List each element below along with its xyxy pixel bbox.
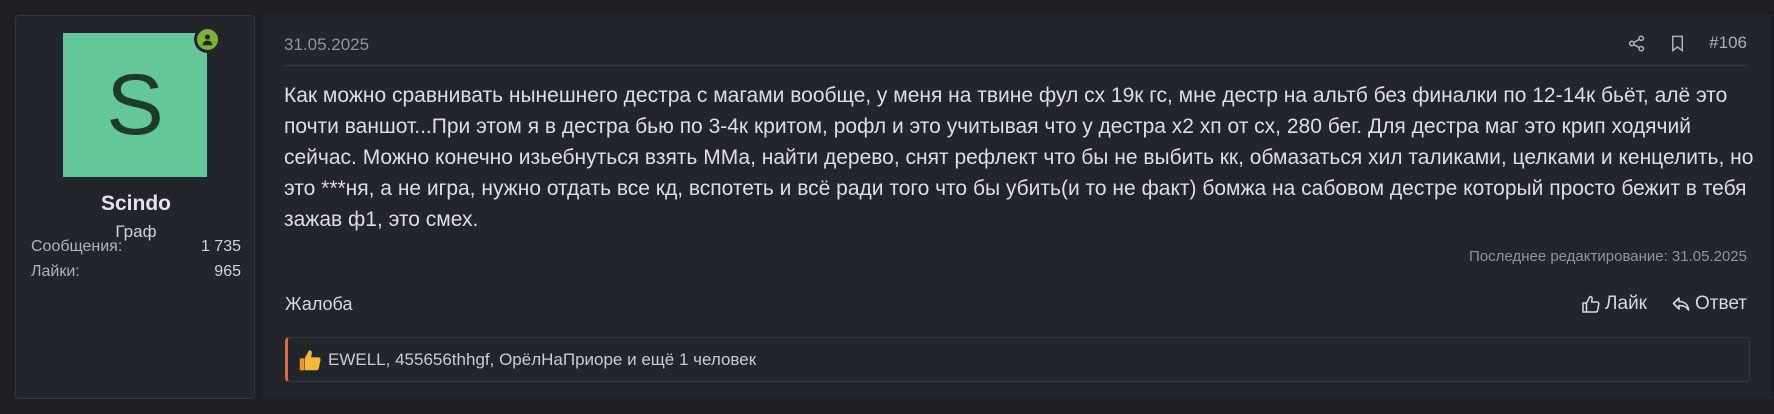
post-header-actions: #106 [1627, 33, 1747, 53]
online-status-icon [194, 26, 221, 53]
reply-icon [1672, 297, 1690, 311]
reactions-bar[interactable]: EWELL, 455656thhgf, ОрёлНаПриоре и ещё 1… [285, 337, 1750, 382]
post-date[interactable]: 31.05.2025 [284, 35, 369, 55]
post-content: 31.05.2025 #106 Как можно сравнивать нын… [263, 15, 1771, 399]
thumbs-up-reaction-icon [299, 349, 321, 370]
stat-value: 965 [214, 263, 241, 280]
message-body: Как можно сравнивать нынешнего дестра с … [284, 84, 1754, 231]
stat-label: Сообщения: [31, 238, 123, 255]
reactions-list[interactable]: EWELL, 455656thhgf, ОрёлНаПриоре и ещё 1… [328, 350, 756, 370]
stat-likes: Лайки: 965 [31, 263, 241, 281]
stat-label: Лайки: [31, 263, 80, 280]
username[interactable]: Scindo [16, 192, 256, 216]
reply-label: Ответ [1695, 293, 1747, 314]
avatar[interactable]: S [63, 33, 207, 177]
report-link[interactable]: Жалоба [285, 294, 352, 315]
reply-button[interactable]: Ответ [1671, 293, 1747, 315]
avatar-letter: S [106, 57, 164, 153]
bookmark-icon [1672, 35, 1684, 52]
stat-value: 1 735 [200, 238, 241, 255]
stat-messages: Сообщения: 1 735 [31, 238, 241, 256]
like-button[interactable]: Лайк [1581, 293, 1647, 315]
user-online-icon [202, 34, 213, 46]
author-panel: S Scindo Граф Сообщения: 1 735 Лайки: 96… [15, 15, 255, 399]
last-edit-note: Последнее редактирование: 31.05.2025 [1469, 248, 1747, 265]
post-footer-actions: Лайк Ответ [1581, 293, 1747, 315]
post-number-link[interactable]: #106 [1709, 33, 1747, 53]
thumbs-up-icon [1582, 295, 1600, 313]
like-label: Лайк [1605, 293, 1647, 314]
bookmark-button[interactable] [1668, 34, 1687, 53]
share-icon [1628, 34, 1645, 52]
forum-post: S Scindo Граф Сообщения: 1 735 Лайки: 96… [15, 15, 1771, 399]
share-button[interactable] [1627, 34, 1646, 53]
header-divider [284, 65, 1747, 66]
